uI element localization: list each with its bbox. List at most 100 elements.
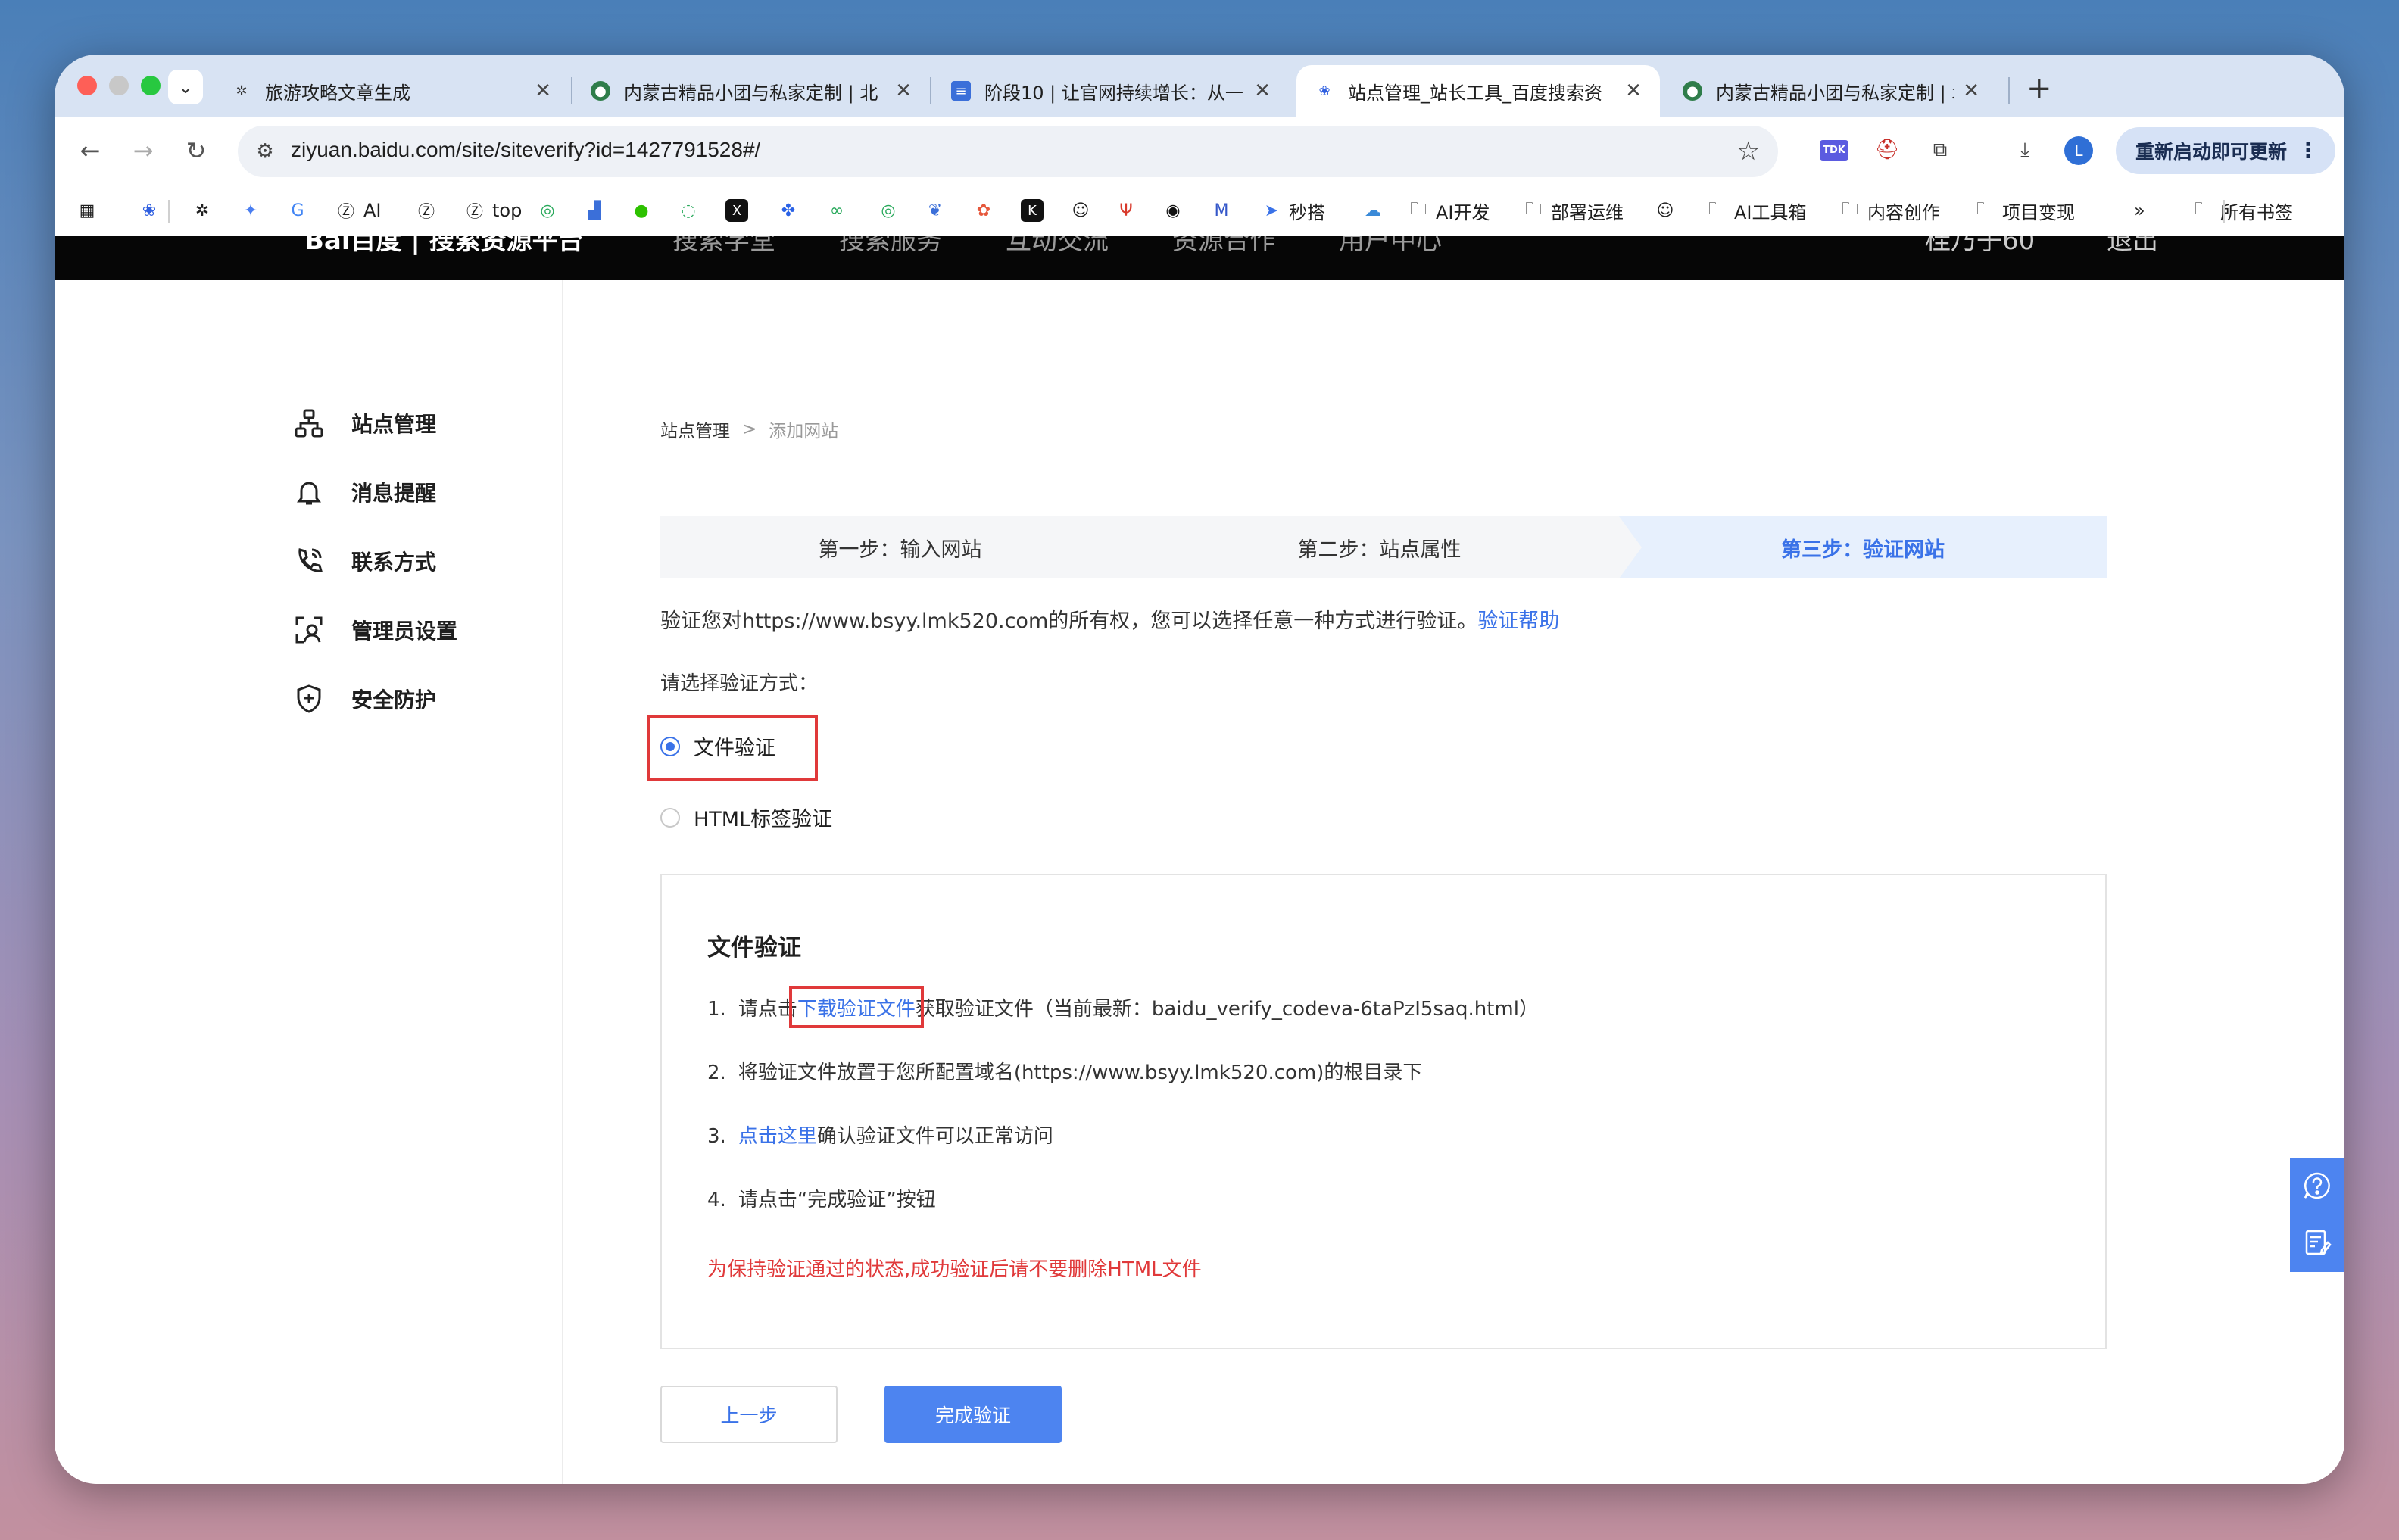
- more-menu-icon[interactable]: ⋮: [2298, 138, 2319, 163]
- browser-window: ⌄ ✲ 旅游攻略文章生成 ✕ ● 内蒙古精品小团与私家定制 | 北 ✕ ≡ 阶段…: [55, 55, 2344, 1484]
- click-here-link[interactable]: 点击这里: [738, 1125, 817, 1148]
- download-icon[interactable]: ⤓: [2010, 135, 2040, 165]
- site-info-icon[interactable]: ⚙: [251, 138, 279, 165]
- sidebar-item-contact[interactable]: 联系方式: [292, 542, 436, 580]
- user-name[interactable]: 桂乃子60: [1925, 236, 2035, 257]
- bookmark-item[interactable]: Ⓩ AI: [335, 197, 382, 224]
- bookmark-star-icon[interactable]: ☆: [1737, 136, 1760, 167]
- logout-link[interactable]: 退出: [2107, 236, 2158, 257]
- reload-button[interactable]: ↻: [179, 133, 214, 168]
- option-file-verify[interactable]: 文件验证: [660, 731, 775, 761]
- feedback-icon[interactable]: [2302, 1227, 2332, 1261]
- nav-item[interactable]: 搜索服务: [839, 236, 942, 257]
- close-icon[interactable]: ✕: [1254, 79, 1271, 102]
- bookmark-item[interactable]: M: [1210, 197, 1239, 224]
- bookmark-item[interactable]: ☺: [1654, 197, 1683, 224]
- close-icon[interactable]: ✕: [1625, 79, 1642, 102]
- nav-item[interactable]: 互动交流: [1006, 236, 1109, 257]
- bookmark-item[interactable]: ✲: [191, 197, 220, 224]
- complete-verify-button[interactable]: 完成验证: [884, 1386, 1062, 1443]
- bookmarks-bar: ▦ ❀ ✲ ✦ G Ⓩ AI Ⓩ Ⓩtop ◎ ▟ ● ◌ X ✤ ∞ ◎ ❦ ✿ K ☺ Ψ ◉ M ➤ 秒搭 ☁ 🗀 AI开发 🗀 部署…: [55, 185, 2344, 236]
- bookmark-item[interactable]: ➤ 秒搭: [1260, 197, 1325, 224]
- tab-2[interactable]: ● 内蒙古精品小团与私家定制 | 北 ✕: [572, 65, 930, 117]
- bookmark-item[interactable]: 🗀 内容创作: [1839, 197, 1940, 224]
- tab-4-active[interactable]: ❀ 站点管理_站长工具_百度搜索资 ✕: [1296, 65, 1660, 117]
- sidebar-item-security[interactable]: 安全防护: [292, 680, 436, 718]
- breadcrumb-parent[interactable]: 站点管理: [660, 416, 730, 442]
- bookmark-item[interactable]: ●: [630, 197, 659, 224]
- radio-unselected[interactable]: [660, 807, 680, 828]
- radio-selected[interactable]: [660, 736, 680, 756]
- new-tab-button[interactable]: +: [2026, 71, 2052, 106]
- update-button[interactable]: 重新启动即可更新 ⋮: [2116, 127, 2335, 174]
- back-button[interactable]: ←: [73, 133, 108, 168]
- bookmark-item[interactable]: ∞: [825, 197, 854, 224]
- bookmark-item[interactable]: Ⓩ: [415, 197, 444, 224]
- bookmark-item[interactable]: ▟: [583, 197, 612, 224]
- tab-1[interactable]: ✲ 旅游攻略文章生成 ✕: [214, 65, 569, 117]
- option-html-tag-verify[interactable]: HTML标签验证: [660, 803, 832, 832]
- bookmark-item[interactable]: ✿: [972, 197, 1001, 224]
- address-bar[interactable]: ⚙ ziyuan.baidu.com/site/siteverify?id=14…: [238, 126, 1778, 177]
- bookmark-item[interactable]: 🗀 AI工具箱: [1705, 197, 1807, 224]
- site-logo[interactable]: Bai百度 | 搜索资源平台: [304, 236, 584, 257]
- bookmark-item[interactable]: ▦: [76, 197, 105, 224]
- bookmark-item[interactable]: ☺: [1069, 197, 1098, 224]
- minimize-window-button[interactable]: [109, 76, 129, 95]
- bookmark-item[interactable]: ◉: [1162, 197, 1190, 224]
- close-icon[interactable]: ✕: [535, 79, 551, 102]
- nav-item[interactable]: 资源合作: [1172, 236, 1275, 257]
- bookmark-item[interactable]: 🗀 部署运维: [1522, 197, 1624, 224]
- previous-step-button[interactable]: 上一步: [660, 1386, 838, 1443]
- sidebar-item-notifications[interactable]: 消息提醒: [292, 473, 436, 511]
- sidebar-item-site-management[interactable]: 站点管理: [292, 404, 436, 442]
- tab-search-button[interactable]: ⌄: [168, 70, 203, 104]
- k-logo-icon: K: [1021, 199, 1044, 222]
- forward-button[interactable]: →: [126, 133, 161, 168]
- bookmark-item[interactable]: X: [725, 197, 754, 224]
- instruction-step-2: 2. 将验证文件放置于您所配置域名(https://www.bsyy.lmk520…: [707, 1061, 1423, 1084]
- bookmark-item[interactable]: 🗀 AI开发: [1407, 197, 1490, 224]
- verify-help-link[interactable]: 验证帮助: [1477, 609, 1559, 633]
- nav-item[interactable]: 搜索学堂: [672, 236, 775, 257]
- openai-icon: ✲: [236, 83, 248, 99]
- bookmark-item[interactable]: ◌: [677, 197, 706, 224]
- bookmark-item[interactable]: ◎: [877, 197, 906, 224]
- bookmark-item[interactable]: Ψ: [1115, 197, 1143, 224]
- openai-icon: ✲: [195, 201, 210, 220]
- breadcrumb-separator: >: [742, 419, 757, 439]
- bookmark-item[interactable]: »: [2134, 197, 2145, 224]
- bookmark-item[interactable]: 🗀 项目变现: [1973, 197, 2075, 224]
- lightning-icon: ➤: [1264, 201, 1279, 220]
- bookmark-item[interactable]: ✤: [777, 197, 806, 224]
- bookmark-item[interactable]: G: [286, 197, 315, 224]
- puzzle-extensions-icon[interactable]: ⧉: [1925, 135, 1955, 165]
- help-icon[interactable]: [2302, 1171, 2332, 1204]
- bookmark-item[interactable]: K: [1021, 197, 1050, 224]
- bookmark-item[interactable]: ❀: [138, 197, 167, 224]
- bookmark-item[interactable]: 🗀 所有书签: [2192, 197, 2293, 224]
- extension-icon[interactable]: ⛑: [1872, 135, 1902, 165]
- profile-avatar[interactable]: L: [2064, 136, 2093, 165]
- bookmark-item[interactable]: ☁: [1362, 197, 1390, 224]
- close-icon[interactable]: ✕: [895, 79, 912, 102]
- tdk-extension-icon[interactable]: TDK: [1819, 135, 1849, 165]
- bookmark-divider: [2223, 200, 2225, 223]
- sitemap-icon: [292, 407, 326, 440]
- folder-icon: 🗀: [1841, 200, 1858, 219]
- bookmark-item[interactable]: ◎: [536, 197, 565, 224]
- tab-3[interactable]: ≡ 阶段10 | 让官网持续增长：从一 ✕: [933, 65, 1289, 117]
- chevron-down-icon: ⌄: [177, 76, 194, 98]
- close-icon[interactable]: ✕: [1963, 79, 1979, 102]
- url-text[interactable]: ziyuan.baidu.com/site/siteverify?id=1427…: [291, 138, 760, 162]
- zoom-window-button[interactable]: [141, 76, 161, 95]
- tab-5[interactable]: ● 内蒙古精品小团与私家定制 | 北 ✕: [1664, 65, 1998, 117]
- bookmark-item[interactable]: ❦: [924, 197, 953, 224]
- bookmark-item[interactable]: ✦: [239, 197, 268, 224]
- close-window-button[interactable]: [77, 76, 97, 95]
- baidu-paw-icon: ❀: [142, 201, 157, 220]
- nav-item[interactable]: 用户中心: [1339, 236, 1442, 257]
- bookmark-item[interactable]: Ⓩtop: [463, 197, 522, 224]
- sidebar-item-admin[interactable]: 管理员设置: [292, 611, 457, 649]
- step-indicator: 第一步：输入网站 第二步：站点属性 第三步：验证网站: [660, 516, 2107, 578]
